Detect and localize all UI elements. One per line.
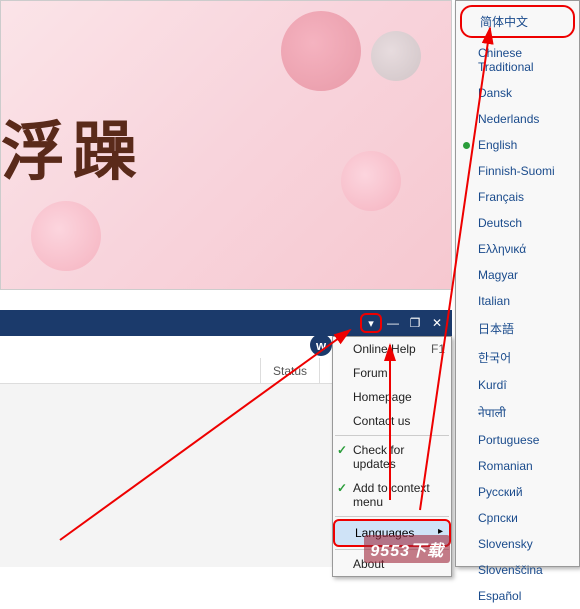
language-item[interactable]: 日本語 [456,314,579,343]
chevron-down-icon: ▾ [368,317,374,330]
language-label: Romanian [478,459,533,473]
language-item[interactable]: Romanian [456,453,579,479]
language-label: 한국어 [478,351,511,365]
menu-homepage[interactable]: Homepage [333,385,451,409]
language-label: Portuguese [478,433,539,447]
menu-label: Contact us [353,414,410,428]
menu-add-context[interactable]: Add to context menu [333,476,451,514]
language-item[interactable]: Portuguese [456,427,579,453]
language-submenu: 简体中文 Chinese Traditional Dansk Nederlands En… [455,0,580,567]
language-label: Français [478,190,524,204]
language-label: 日本語 [478,322,514,336]
close-icon: ✕ [432,316,442,330]
language-item[interactable]: Finnish-Suomi [456,158,579,184]
flower-decor [31,201,101,271]
menu-check-updates[interactable]: Check for updates [333,438,451,476]
language-item[interactable]: Chinese Traditional [456,40,579,80]
language-item[interactable]: 한국어 [456,343,579,372]
minimize-icon: — [387,316,399,330]
title-bar: ▾ — ❐ ✕ [0,310,452,336]
language-item[interactable]: Српски [456,505,579,531]
language-label: Finnish-Suomi [478,164,555,178]
banner-image: 浮躁 [0,0,452,290]
language-item[interactable]: Slovensky [456,531,579,557]
menu-contact[interactable]: Contact us [333,409,451,433]
close-button[interactable]: ✕ [426,313,448,333]
language-label: Kurdî [478,378,507,392]
language-item[interactable]: Kurdî [456,372,579,398]
language-label: 简体中文 [480,15,528,29]
flower-decor [341,151,401,211]
status-column-header[interactable]: Status [260,358,320,383]
minimize-button[interactable]: — [382,313,404,333]
language-label: Magyar [478,268,518,282]
language-label: Ελληνικά [478,242,526,256]
language-item[interactable]: Español [456,583,579,609]
app-badge: w [310,334,332,356]
language-label: Italian [478,294,510,308]
language-label: नेपाली [478,406,506,420]
menu-online-help[interactable]: Online Help F1 [333,337,451,361]
language-item[interactable]: Français [456,184,579,210]
flower-decor [371,31,421,81]
language-label: Español [478,589,521,603]
dropdown-button[interactable]: ▾ [360,313,382,333]
flower-decor [281,11,361,91]
menu-shortcut: F1 [431,342,445,356]
language-item[interactable]: 简体中文 [460,5,575,38]
language-item[interactable]: Dansk [456,80,579,106]
language-label: Nederlands [478,112,539,126]
language-label: Српски [478,511,518,525]
restore-button[interactable]: ❐ [404,313,426,333]
language-label: Slovenščina [478,563,543,577]
watermark: 9553下载 [364,535,450,563]
language-item[interactable]: Nederlands [456,106,579,132]
language-item[interactable]: Deutsch [456,210,579,236]
language-item[interactable]: Magyar [456,262,579,288]
banner-text: 浮躁 [1,101,145,193]
language-item[interactable]: नेपाली [456,398,579,427]
menu-label: Homepage [353,390,412,404]
language-item[interactable]: Ελληνικά [456,236,579,262]
menu-label: Add to context menu [353,481,430,509]
language-label: Chinese Traditional [478,46,534,74]
menu-separator [335,435,449,436]
menu-forum[interactable]: Forum [333,361,451,385]
language-label: English [478,138,517,152]
language-item[interactable]: Slovenščina [456,557,579,583]
language-item[interactable]: Русский [456,479,579,505]
language-item[interactable]: English [456,132,579,158]
menu-separator [335,516,449,517]
language-label: Dansk [478,86,512,100]
language-label: Русский [478,485,523,499]
language-label: Slovensky [478,537,533,551]
menu-label: Online Help [353,342,416,356]
language-label: Deutsch [478,216,522,230]
app-badge-text: w [316,338,326,353]
language-item[interactable]: Italian [456,288,579,314]
restore-icon: ❐ [410,316,421,330]
menu-label: Check for updates [353,443,404,471]
menu-label: Forum [353,366,388,380]
